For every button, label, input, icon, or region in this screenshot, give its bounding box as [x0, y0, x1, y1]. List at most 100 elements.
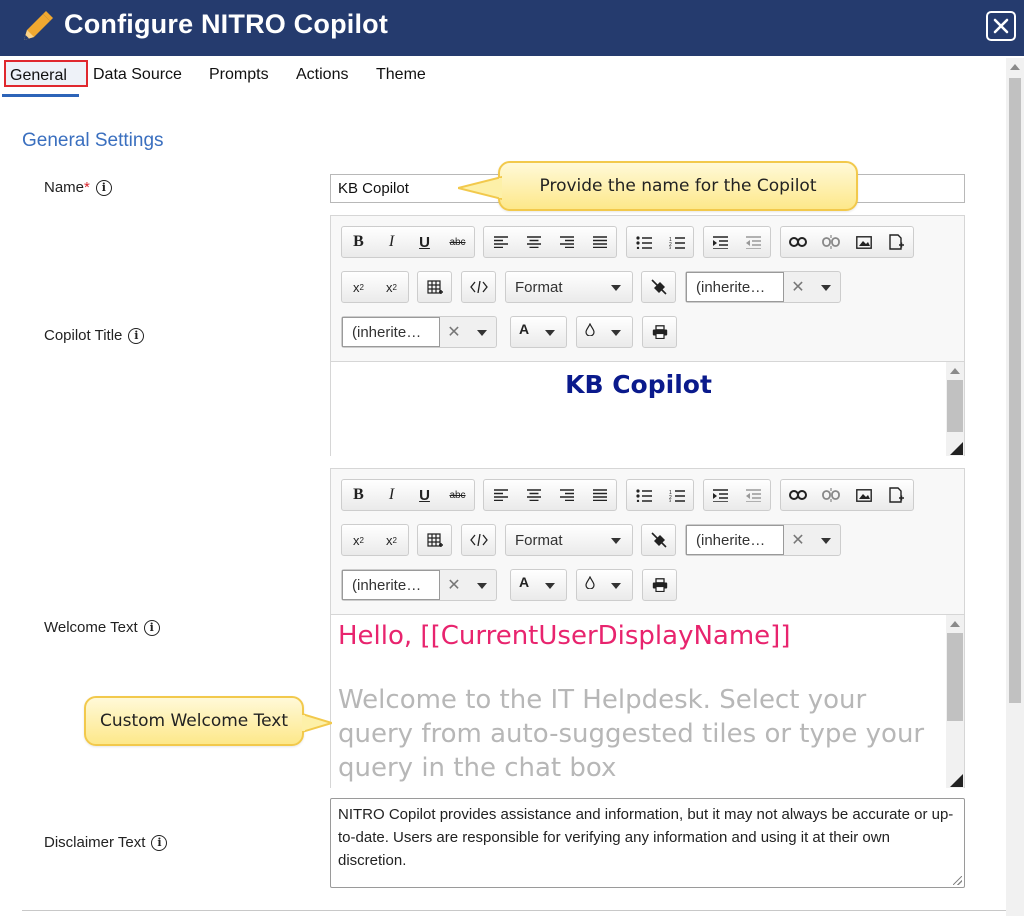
script-group: x2 x2 — [341, 271, 409, 303]
image-icon[interactable] — [847, 227, 880, 257]
outdent-icon[interactable] — [737, 480, 770, 510]
unlink-icon[interactable] — [814, 227, 847, 257]
link-icon[interactable] — [781, 480, 814, 510]
strikethrough-button[interactable]: abc — [441, 227, 474, 257]
justify-icon[interactable] — [583, 480, 616, 510]
indent-icon[interactable] — [704, 480, 737, 510]
unlink-icon[interactable] — [814, 480, 847, 510]
font-size-input[interactable]: (inherite… — [342, 317, 440, 347]
font-family-input[interactable]: (inherite… — [686, 272, 784, 302]
tab-data-source[interactable]: Data Source — [93, 66, 182, 84]
bullet-list-icon[interactable] — [627, 480, 660, 510]
text-color-dropdown[interactable]: A — [510, 316, 567, 348]
bullet-list-icon[interactable] — [627, 227, 660, 257]
format-dropdown[interactable]: Format — [505, 271, 633, 303]
indent-group — [703, 226, 771, 258]
tab-general[interactable]: General — [4, 60, 88, 87]
font-family-input[interactable]: (inherite… — [686, 525, 784, 555]
info-icon[interactable]: i — [95, 179, 112, 196]
insert-file-icon[interactable] — [880, 227, 913, 257]
welcome-body-text: Welcome to the IT Helpdesk. Select your … — [338, 685, 925, 783]
align-right-icon[interactable] — [550, 227, 583, 257]
bold-button[interactable]: B — [342, 480, 375, 510]
clear-icon[interactable]: ✕ — [440, 317, 468, 347]
info-icon[interactable]: i — [143, 619, 160, 636]
format-label: Format — [515, 531, 563, 549]
scrollbar-thumb[interactable] — [947, 380, 963, 432]
page-scrollbar[interactable] — [1006, 58, 1024, 916]
background-color-dropdown[interactable] — [576, 569, 633, 601]
subscript-icon[interactable]: x2 — [342, 525, 375, 555]
align-right-icon[interactable] — [550, 480, 583, 510]
welcome-text-label: Welcome Text — [44, 619, 138, 636]
numbered-list-icon[interactable]: 123 — [660, 480, 693, 510]
text-color-dropdown[interactable]: A — [510, 569, 567, 601]
close-button[interactable] — [986, 11, 1016, 41]
indent-icon[interactable] — [704, 227, 737, 257]
tab-prompts[interactable]: Prompts — [209, 66, 269, 84]
dialog-title: Configure NITRO Copilot — [64, 9, 389, 39]
align-left-icon[interactable] — [484, 227, 517, 257]
welcome-text-content[interactable]: Hello, [[CurrentUserDisplayName]] Welcom… — [331, 614, 964, 788]
source-group — [461, 271, 496, 303]
clear-icon[interactable]: ✕ — [784, 525, 812, 555]
resize-handle-icon[interactable] — [950, 442, 963, 455]
copilot-title-content[interactable]: KB Copilot — [331, 361, 964, 456]
tab-theme[interactable]: Theme — [376, 66, 426, 84]
align-center-icon[interactable] — [517, 227, 550, 257]
italic-button[interactable]: I — [375, 480, 408, 510]
scrollbar-thumb[interactable] — [1009, 78, 1021, 703]
clear-format-icon[interactable] — [642, 525, 675, 555]
copilot-title-text: KB Copilot — [565, 370, 712, 399]
basic-format-group: B I U abc — [341, 226, 475, 258]
subscript-icon[interactable]: x2 — [342, 272, 375, 302]
table-icon[interactable] — [418, 525, 451, 555]
copilot-title-editor: B I U abc 123 x2 x2 Format (inherite… ✕ … — [330, 215, 965, 456]
superscript-icon[interactable]: x2 — [375, 272, 408, 302]
clear-icon[interactable]: ✕ — [784, 272, 812, 302]
justify-icon[interactable] — [583, 227, 616, 257]
active-tab-indicator — [2, 94, 79, 97]
link-icon[interactable] — [781, 227, 814, 257]
background-color-dropdown[interactable] — [576, 316, 633, 348]
align-left-icon[interactable] — [484, 480, 517, 510]
format-dropdown[interactable]: Format — [505, 524, 633, 556]
table-icon[interactable] — [418, 272, 451, 302]
bold-button[interactable]: B — [342, 227, 375, 257]
align-center-icon[interactable] — [517, 480, 550, 510]
numbered-list-icon[interactable]: 123 — [660, 227, 693, 257]
chevron-down-icon[interactable] — [812, 272, 840, 302]
scroll-up-arrow-icon[interactable] — [950, 621, 960, 627]
chevron-down-icon[interactable] — [812, 525, 840, 555]
strikethrough-button[interactable]: abc — [441, 480, 474, 510]
info-icon[interactable]: i — [128, 327, 145, 344]
code-view-icon[interactable] — [462, 272, 495, 302]
resize-grip-icon[interactable] — [953, 876, 962, 885]
italic-button[interactable]: I — [375, 227, 408, 257]
tab-actions[interactable]: Actions — [296, 66, 348, 84]
print-icon[interactable] — [643, 317, 676, 347]
editor-scrollbar[interactable] — [946, 615, 964, 788]
source-group — [461, 524, 496, 556]
underline-button[interactable]: U — [408, 227, 441, 257]
resize-handle-icon[interactable] — [950, 774, 963, 787]
chevron-down-icon — [611, 330, 621, 336]
disclaimer-textarea[interactable]: NITRO Copilot provides assistance and in… — [330, 798, 965, 888]
print-icon[interactable] — [643, 570, 676, 600]
clear-icon[interactable]: ✕ — [440, 570, 468, 600]
outdent-icon[interactable] — [737, 227, 770, 257]
chevron-down-icon[interactable] — [468, 570, 496, 600]
text-color-label: A — [519, 321, 530, 337]
underline-button[interactable]: U — [408, 480, 441, 510]
superscript-icon[interactable]: x2 — [375, 525, 408, 555]
image-icon[interactable] — [847, 480, 880, 510]
info-icon[interactable]: i — [151, 834, 168, 851]
code-view-icon[interactable] — [462, 525, 495, 555]
chevron-down-icon[interactable] — [468, 317, 496, 347]
font-size-input[interactable]: (inherite… — [342, 570, 440, 600]
scroll-up-arrow-icon[interactable] — [950, 368, 960, 374]
scroll-up-arrow-icon[interactable] — [1010, 64, 1020, 70]
insert-file-icon[interactable] — [880, 480, 913, 510]
scrollbar-thumb[interactable] — [947, 633, 963, 721]
clear-format-icon[interactable] — [642, 272, 675, 302]
